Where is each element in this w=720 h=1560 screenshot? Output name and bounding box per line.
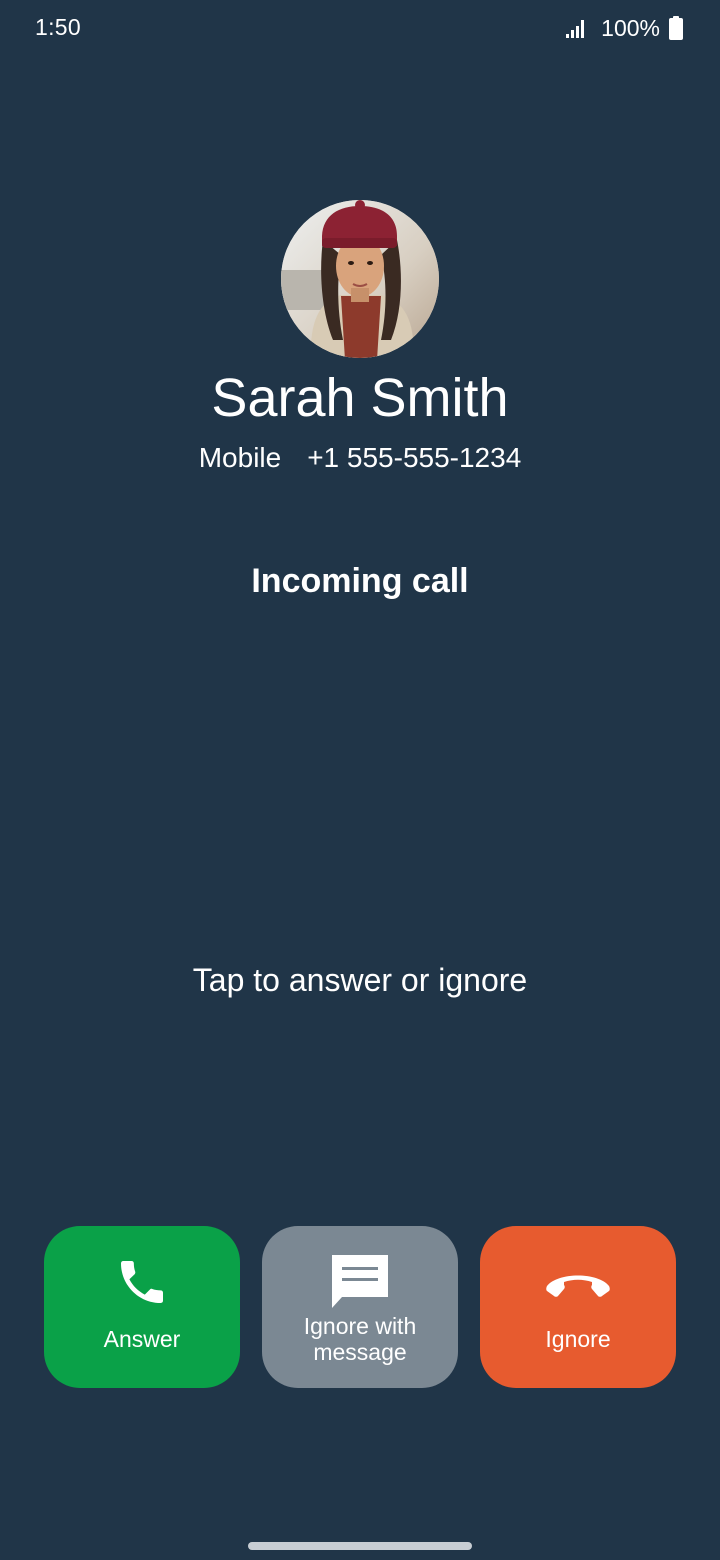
hang-up-icon-wrap (480, 1272, 676, 1298)
phone-number: +1 555-555-1234 (307, 442, 522, 473)
answer-label: Answer (103, 1326, 181, 1352)
battery-percentage: 100% (601, 14, 660, 41)
ignore-label: Ignore (545, 1326, 611, 1352)
home-indicator[interactable] (248, 1542, 472, 1550)
status-bar: 1:50 100% (0, 0, 720, 56)
call-status: Incoming call (251, 562, 469, 600)
hint-text: Tap to answer or ignore (192, 962, 528, 998)
signal-icon (566, 20, 585, 38)
ignore-button[interactable]: Ignore (480, 1226, 676, 1388)
status-indicators: 100% (565, 14, 683, 42)
caller-name: Sarah Smith (211, 368, 509, 428)
caller-avatar (281, 200, 439, 358)
message-icon (332, 1255, 388, 1308)
answer-button[interactable]: Answer (44, 1226, 240, 1388)
caller-detail: Mobile +1 555-555-1234 (0, 440, 720, 476)
avatar-photo (281, 200, 439, 358)
ignore-with-message-button[interactable]: Ignore with message (262, 1226, 458, 1388)
battery-icon (669, 16, 683, 40)
ignore-with-message-label: Ignore with message (303, 1313, 417, 1365)
number-type: Mobile (198, 442, 282, 473)
status-time: 1:50 (35, 14, 81, 40)
phone-icon-wrap (44, 1254, 240, 1310)
message-icon-wrap (262, 1253, 458, 1309)
hang-up-icon (546, 1275, 610, 1297)
phone-icon (121, 1261, 163, 1303)
